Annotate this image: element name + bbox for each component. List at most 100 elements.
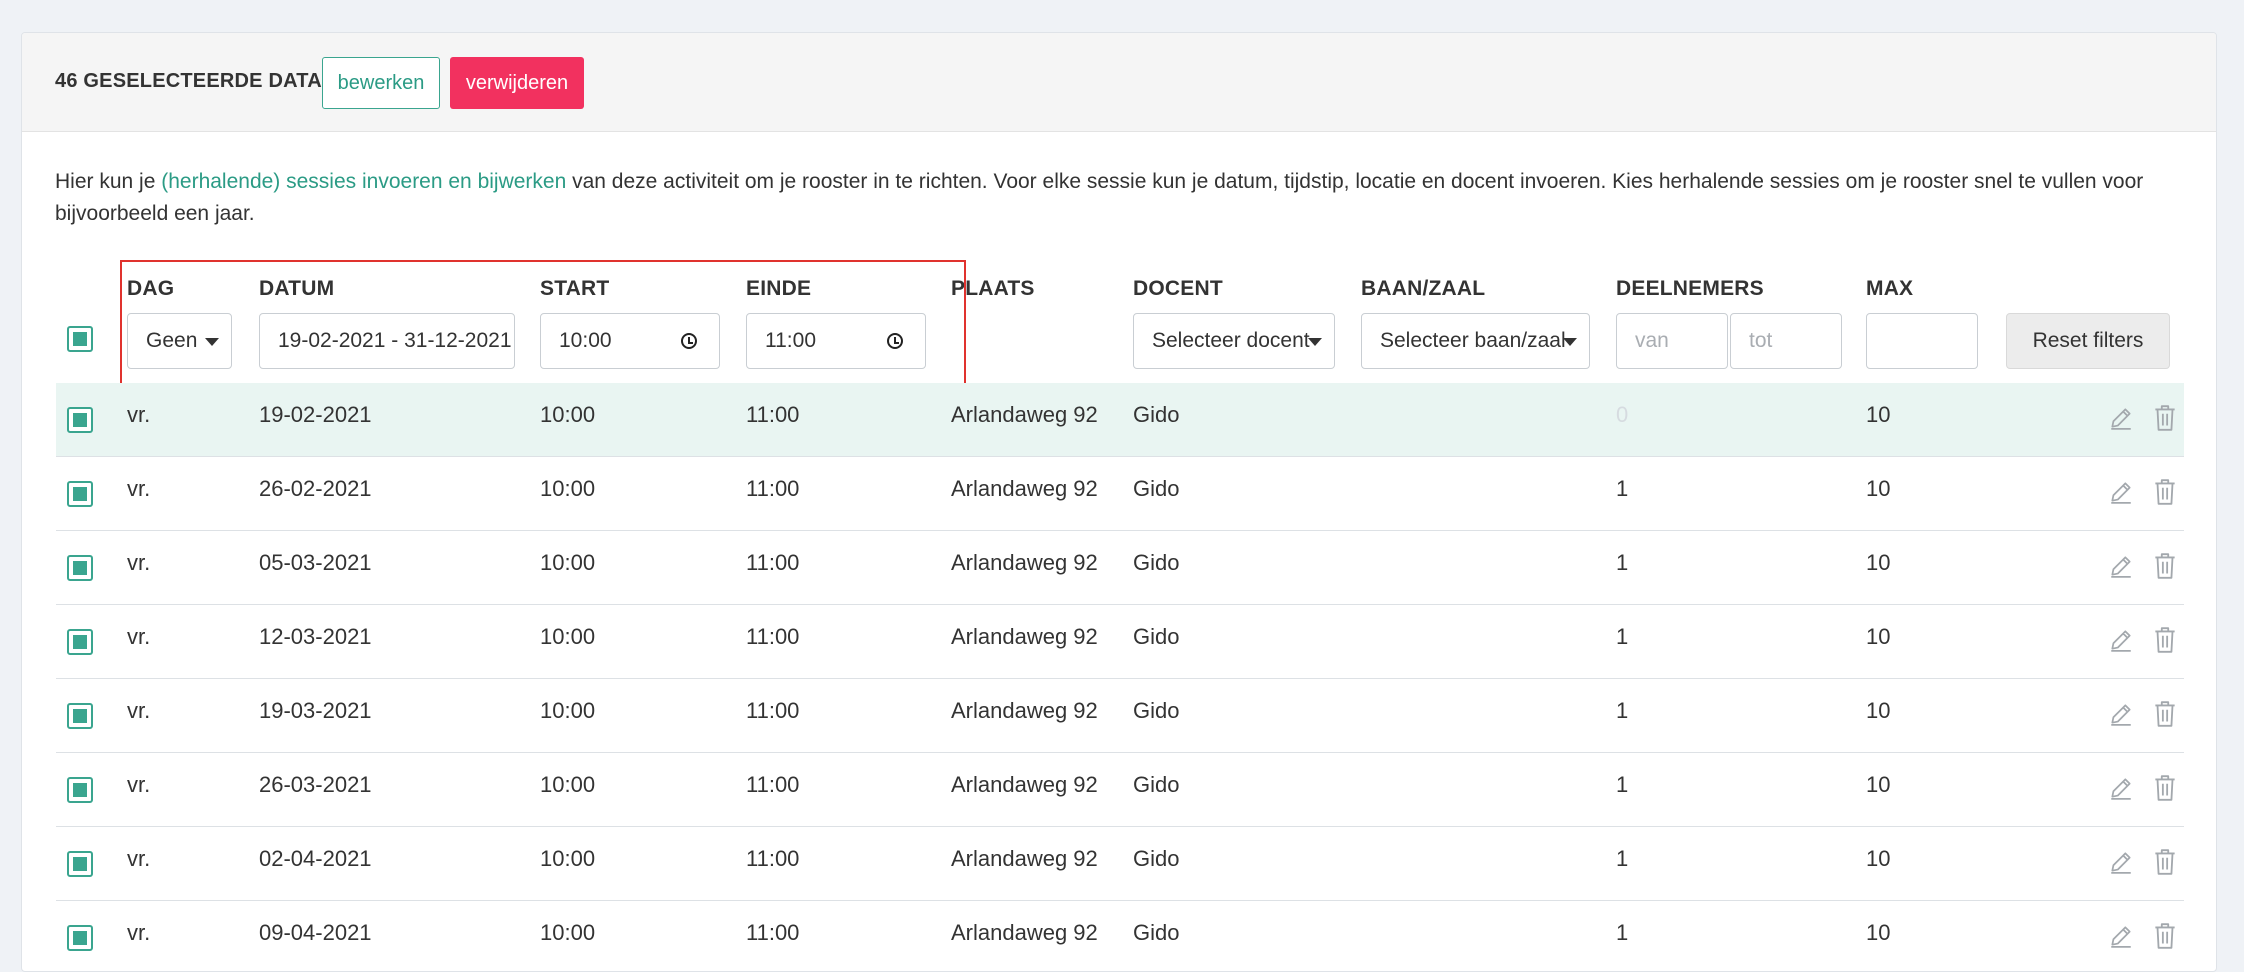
deelnemers-tot-input[interactable]: tot xyxy=(1730,313,1842,369)
cell-docent: Gido xyxy=(1133,920,1180,945)
chevron-down-icon xyxy=(1563,338,1577,346)
max-filter-input[interactable] xyxy=(1866,313,1978,369)
cell-docent: Gido xyxy=(1133,698,1180,723)
cell-datum: 26-03-2021 xyxy=(259,772,372,797)
table-row[interactable]: vr. 02-04-2021 10:00 11:00 Arlandaweg 92 Gido… xyxy=(56,827,2184,901)
cell-einde: 11:00 xyxy=(746,920,800,945)
bulk-edit-button[interactable]: bewerken xyxy=(322,57,440,109)
start-time-input[interactable]: 10:00 xyxy=(540,313,720,369)
cell-start: 10:00 xyxy=(540,920,596,945)
dag-filter-select[interactable]: Geen xyxy=(127,313,232,369)
column-header-max: MAX xyxy=(1866,277,1914,300)
cell-max: 10 xyxy=(1866,698,1891,723)
deelnemers-van-input[interactable]: van xyxy=(1616,313,1728,369)
pencil-icon[interactable] xyxy=(2108,923,2134,949)
trash-icon[interactable] xyxy=(2152,625,2178,655)
row-checkbox[interactable] xyxy=(67,925,93,951)
cell-max: 10 xyxy=(1866,772,1891,797)
checkbox-mark xyxy=(73,635,87,649)
cell-plaats: Arlandaweg 92 xyxy=(951,550,1098,575)
pencil-icon[interactable] xyxy=(2108,405,2134,431)
row-checkbox[interactable] xyxy=(67,851,93,877)
checkbox-mark xyxy=(73,561,87,575)
cell-max: 10 xyxy=(1866,476,1891,501)
trash-icon[interactable] xyxy=(2152,847,2178,877)
checkbox-mark xyxy=(73,931,87,945)
cell-einde: 11:00 xyxy=(746,772,800,797)
pencil-icon[interactable] xyxy=(2108,479,2134,505)
cell-deelnemers: 1 xyxy=(1616,624,1629,649)
clock-icon[interactable] xyxy=(681,333,697,349)
docent-filter-placeholder: Selecteer docent xyxy=(1152,329,1310,352)
cell-start: 10:00 xyxy=(540,846,596,871)
row-checkbox[interactable] xyxy=(67,777,93,803)
cell-docent: Gido xyxy=(1133,772,1180,797)
reset-filters-button[interactable]: Reset filters xyxy=(2006,313,2170,369)
cell-dag: vr. xyxy=(127,920,151,945)
table-row[interactable]: vr. 09-04-2021 10:00 11:00 Arlandaweg 92 Gido… xyxy=(56,901,2184,971)
column-header-docent: DOCENT xyxy=(1133,277,1223,300)
table-row[interactable]: vr. 26-03-2021 10:00 11:00 Arlandaweg 92 Gido… xyxy=(56,753,2184,827)
table-row[interactable]: vr. 26-02-2021 10:00 11:00 Arlandaweg 92 Gido… xyxy=(56,457,2184,531)
cell-max: 10 xyxy=(1866,402,1891,427)
baan-filter-placeholder: Selecteer baan/zaal xyxy=(1380,329,1566,352)
sessions-help-link[interactable]: (herhalende) sessies invoeren en bijwerk… xyxy=(161,170,566,193)
cell-max: 10 xyxy=(1866,920,1891,945)
cell-deelnemers: 1 xyxy=(1616,476,1629,501)
bulk-delete-button[interactable]: verwijderen xyxy=(450,57,584,109)
row-checkbox[interactable] xyxy=(67,555,93,581)
row-checkbox[interactable] xyxy=(67,703,93,729)
deelnemers-van-placeholder: van xyxy=(1635,329,1669,352)
row-checkbox[interactable] xyxy=(67,407,93,433)
cell-dag: vr. xyxy=(127,476,151,501)
selection-count: 46 GESELECTEERDE DATA xyxy=(55,70,322,92)
cell-max: 10 xyxy=(1866,550,1891,575)
select-all-checkbox[interactable] xyxy=(67,326,93,352)
column-header-start: START xyxy=(540,277,610,300)
cell-datum: 02-04-2021 xyxy=(259,846,372,871)
pencil-icon[interactable] xyxy=(2108,775,2134,801)
cell-plaats: Arlandaweg 92 xyxy=(951,920,1098,945)
row-checkbox[interactable] xyxy=(67,481,93,507)
cell-plaats: Arlandaweg 92 xyxy=(951,402,1098,427)
docent-filter-select[interactable]: Selecteer docent xyxy=(1133,313,1335,369)
table-row[interactable]: vr. 19-03-2021 10:00 11:00 Arlandaweg 92 Gido… xyxy=(56,679,2184,753)
table-row[interactable]: vr. 19-02-2021 10:00 11:00 Arlandaweg 92 Gido… xyxy=(56,383,2184,457)
cell-deelnemers: 1 xyxy=(1616,920,1629,945)
checkbox-mark xyxy=(73,857,87,871)
dag-filter-value: Geen xyxy=(146,329,198,352)
cell-einde: 11:00 xyxy=(746,698,800,723)
cell-deelnemers: 1 xyxy=(1616,698,1629,723)
cell-dag: vr. xyxy=(127,624,151,649)
einde-time-input[interactable]: 11:00 xyxy=(746,313,926,369)
trash-icon[interactable] xyxy=(2152,773,2178,803)
chevron-down-icon xyxy=(205,338,219,346)
pencil-icon[interactable] xyxy=(2108,701,2134,727)
cell-plaats: Arlandaweg 92 xyxy=(951,624,1098,649)
pencil-icon[interactable] xyxy=(2108,553,2134,579)
cell-deelnemers: 1 xyxy=(1616,846,1629,871)
cell-max: 10 xyxy=(1866,846,1891,871)
cell-start: 10:00 xyxy=(540,772,596,797)
cell-plaats: Arlandaweg 92 xyxy=(951,476,1098,501)
baan-filter-select[interactable]: Selecteer baan/zaal xyxy=(1361,313,1590,369)
deelnemers-tot-placeholder: tot xyxy=(1749,329,1773,352)
pencil-icon[interactable] xyxy=(2108,627,2134,653)
trash-icon[interactable] xyxy=(2152,699,2178,729)
cell-max: 10 xyxy=(1866,624,1891,649)
datum-range-input[interactable]: 19-02-2021 - 31-12-2021 xyxy=(259,313,515,369)
clock-icon[interactable] xyxy=(887,333,903,349)
intro-text-before: Hier kun je xyxy=(55,170,162,193)
cell-dag: vr. xyxy=(127,846,151,871)
chevron-down-icon xyxy=(1308,338,1322,346)
table-row[interactable]: vr. 12-03-2021 10:00 11:00 Arlandaweg 92 Gido… xyxy=(56,605,2184,679)
row-checkbox[interactable] xyxy=(67,629,93,655)
trash-icon[interactable] xyxy=(2152,921,2178,951)
trash-icon[interactable] xyxy=(2152,477,2178,507)
cell-docent: Gido xyxy=(1133,476,1180,501)
trash-icon[interactable] xyxy=(2152,403,2178,433)
trash-icon[interactable] xyxy=(2152,551,2178,581)
pencil-icon[interactable] xyxy=(2108,849,2134,875)
cell-dag: vr. xyxy=(127,772,151,797)
table-row[interactable]: vr. 05-03-2021 10:00 11:00 Arlandaweg 92 Gido… xyxy=(56,531,2184,605)
